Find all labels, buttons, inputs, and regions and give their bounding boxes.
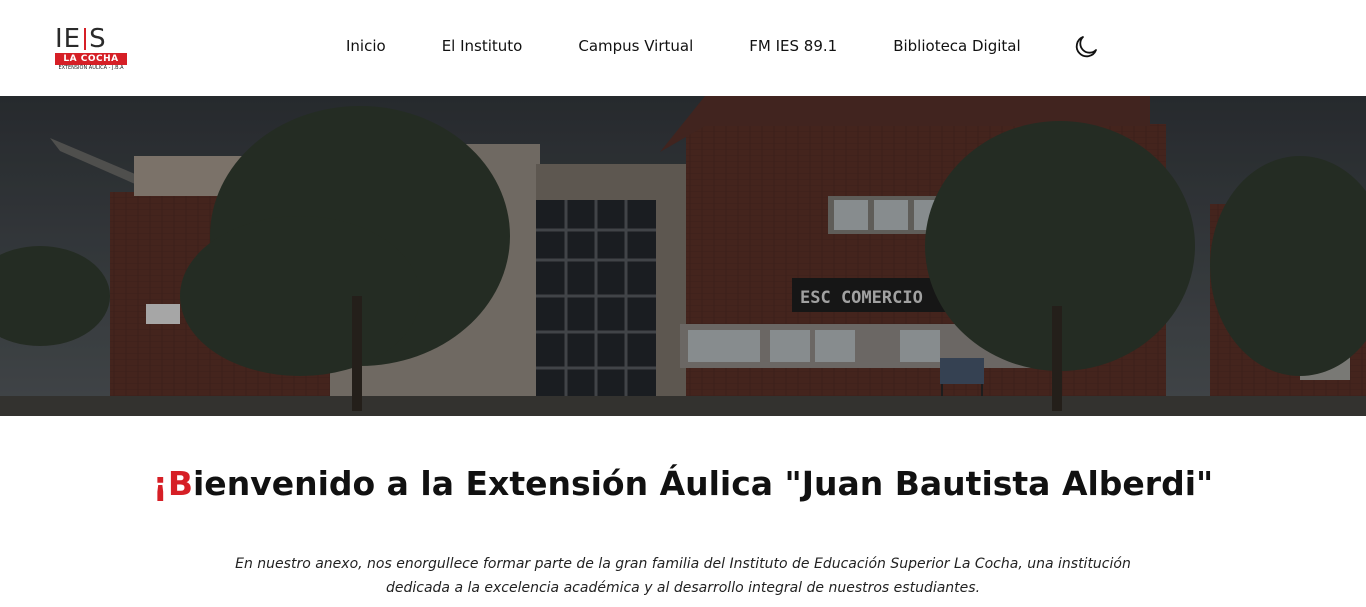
logo-divider <box>84 28 87 50</box>
hero-banner: ESC COMERCIO <box>0 96 1366 416</box>
navbar: IE S LA COCHA EXTENSIÓN ÁULICA - J.B.A I… <box>0 0 1366 96</box>
logo-band: LA COCHA <box>55 53 127 65</box>
logo-wordmark: IE S <box>55 24 129 52</box>
nav-item-biblioteca-digital[interactable]: Biblioteca Digital <box>865 34 1048 58</box>
nav-item-el-instituto[interactable]: El Instituto <box>414 34 551 58</box>
welcome-heading: ¡Bienvenido a la Extensión Áulica "Juan … <box>0 462 1366 506</box>
nav-item-fm-ies[interactable]: FM IES 89.1 <box>721 34 865 58</box>
site-logo[interactable]: IE S LA COCHA EXTENSIÓN ÁULICA - J.B.A <box>55 24 129 74</box>
logo-subtitle: EXTENSIÓN ÁULICA - J.B.A <box>58 65 124 71</box>
logo-text-left: IE <box>55 24 82 54</box>
nav-item-campus-virtual[interactable]: Campus Virtual <box>550 34 721 58</box>
building-photo: ESC COMERCIO <box>0 96 1366 416</box>
intro-paragraph: En nuestro anexo, nos enorgullece formar… <box>235 556 1131 596</box>
nav-item-inicio[interactable]: Inicio <box>318 34 414 58</box>
moon-icon[interactable] <box>1072 33 1100 61</box>
welcome-text: ienvenido a la Extensión Áulica "Juan Ba… <box>193 464 1214 503</box>
welcome-accent: ¡B <box>152 464 193 503</box>
main-nav: Inicio El Instituto Campus Virtual FM IE… <box>318 34 1049 58</box>
logo-text-right: S <box>89 24 107 54</box>
